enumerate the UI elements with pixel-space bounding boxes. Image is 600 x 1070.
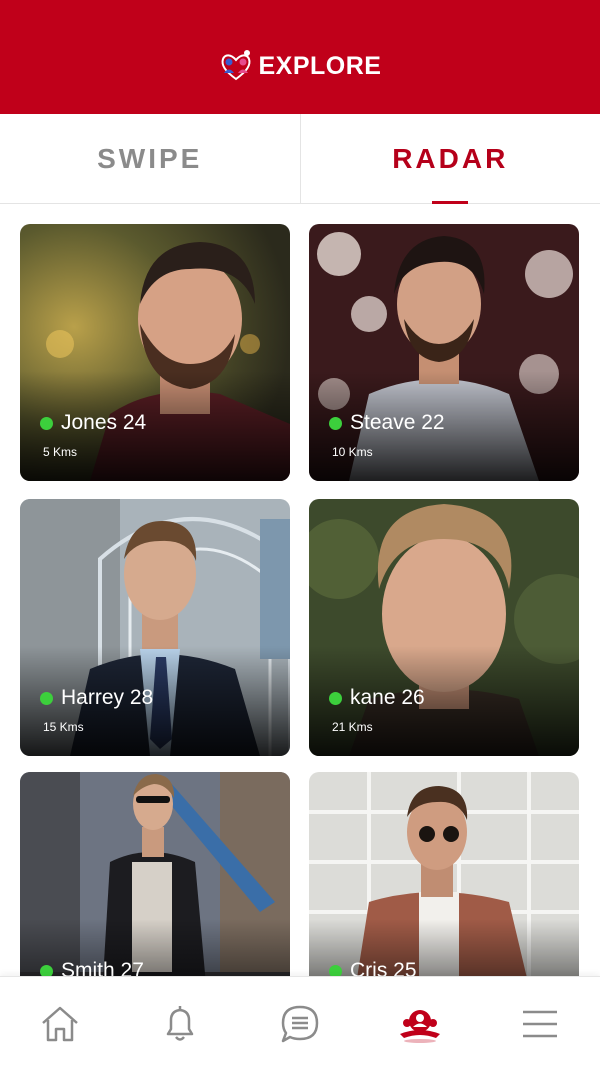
home-icon bbox=[42, 1006, 78, 1041]
profile-grid: Jones 24 5 Kms Steave 22 10 Kms Harrey 2… bbox=[20, 224, 580, 976]
online-status-icon bbox=[40, 416, 53, 430]
nav-notifications[interactable] bbox=[150, 994, 210, 1054]
profile-card-jones[interactable]: Jones 24 5 Kms bbox=[20, 224, 290, 481]
profile-name: Harrey 28 bbox=[61, 686, 154, 709]
profile-name-row: Jones 24 bbox=[40, 411, 146, 435]
nav-radar[interactable] bbox=[390, 994, 450, 1054]
tab-swipe-label: SWIPE bbox=[97, 142, 203, 174]
profile-name-row: kane 26 bbox=[329, 686, 425, 710]
bottom-nav bbox=[0, 976, 600, 1070]
menu-icon bbox=[523, 1010, 557, 1037]
tab-radar-label: RADAR bbox=[392, 142, 509, 174]
profile-name-row: Smith 27 bbox=[40, 959, 144, 976]
online-status-icon bbox=[329, 964, 342, 976]
tab-bar: SWIPE RADAR bbox=[0, 114, 600, 204]
profile-name: Steave 22 bbox=[350, 411, 445, 434]
profile-distance: 21 Kms bbox=[332, 720, 373, 734]
profile-card-cris[interactable]: Cris 25 bbox=[309, 772, 579, 976]
nav-home[interactable] bbox=[30, 994, 90, 1054]
tab-radar[interactable]: RADAR bbox=[301, 114, 600, 204]
profile-name-row: Harrey 28 bbox=[40, 686, 153, 710]
radar-people-icon bbox=[400, 1009, 440, 1043]
profile-name-row: Cris 25 bbox=[329, 959, 417, 976]
app-header: EXPLORE bbox=[0, 0, 600, 114]
nav-messages[interactable] bbox=[270, 994, 330, 1054]
online-status-icon bbox=[329, 691, 342, 705]
profile-card-steave[interactable]: Steave 22 10 Kms bbox=[309, 224, 579, 481]
brand: EXPLORE bbox=[219, 49, 382, 83]
profile-name: Smith 27 bbox=[61, 959, 144, 976]
profile-card-harrey[interactable]: Harrey 28 15 Kms bbox=[20, 499, 290, 756]
couple-heart-logo-icon bbox=[221, 50, 250, 81]
profile-distance: 5 Kms bbox=[43, 445, 78, 459]
bell-icon bbox=[166, 1005, 194, 1041]
online-status-icon bbox=[40, 691, 53, 705]
profile-name: Cris 25 bbox=[350, 959, 417, 976]
profile-name: kane 26 bbox=[350, 686, 425, 709]
active-tab-indicator bbox=[432, 201, 469, 204]
page-title: EXPLORE bbox=[258, 51, 382, 80]
profile-card-smith[interactable]: Smith 27 bbox=[20, 772, 290, 976]
online-status-icon bbox=[40, 964, 53, 976]
chat-icon bbox=[281, 1005, 319, 1042]
tab-swipe[interactable]: SWIPE bbox=[0, 114, 301, 203]
nav-menu[interactable] bbox=[510, 994, 570, 1054]
profile-name: Jones 24 bbox=[61, 411, 147, 434]
profile-card-kane[interactable]: kane 26 21 Kms bbox=[309, 499, 579, 756]
profile-distance: 10 Kms bbox=[332, 445, 373, 459]
profile-name-row: Steave 22 bbox=[329, 411, 445, 435]
profile-distance: 15 Kms bbox=[43, 720, 84, 734]
online-status-icon bbox=[329, 416, 342, 430]
